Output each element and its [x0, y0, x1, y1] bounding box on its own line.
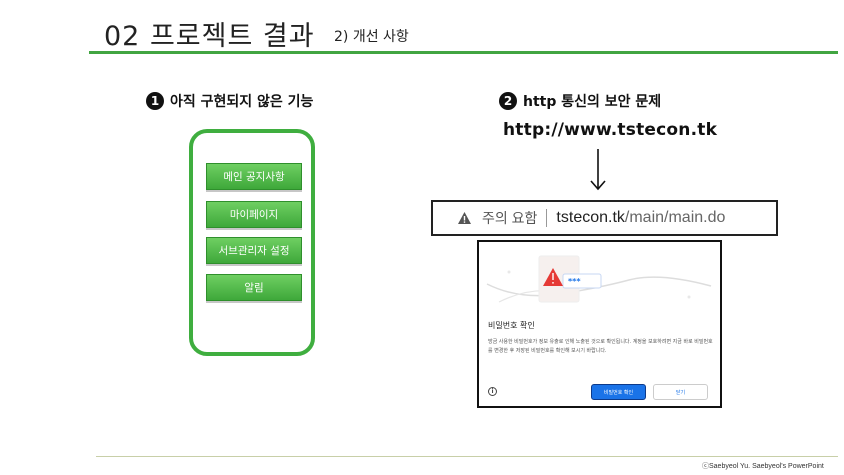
copyright-text: ⓒSaebyeol Yu. Saebyeol's PowerPoint [702, 463, 824, 470]
not-secure-label[interactable]: 주의 요함 [482, 208, 537, 228]
footer-divider [96, 456, 838, 457]
phone-mockup: 메인 공지사항 마이페이지 서브관리자 설정 알림 [189, 129, 315, 356]
section-1-number-badge: 1 [146, 92, 164, 110]
browser-address-bar[interactable]: 주의 요함 tstecon.tk/main/main.do [431, 200, 778, 236]
address-divider [546, 209, 548, 227]
password-check-dialog: *** 비밀번호 확인 방금 사용한 비밀번호가 정보 유출로 인해 노출된 것… [477, 240, 722, 408]
section-2-heading: 2 http 통신의 보안 문제 [499, 91, 661, 111]
close-button[interactable]: 닫기 [653, 384, 708, 400]
menu-button-mypage[interactable]: 마이페이지 [206, 201, 302, 228]
section-1-heading: 1 아직 구현되지 않은 기능 [146, 91, 313, 111]
info-icon[interactable]: i [488, 387, 497, 396]
header-divider [89, 51, 838, 54]
page-subtitle: 2) 개선 사항 [334, 29, 409, 45]
site-url: http://www.tstecon.tk [503, 120, 718, 140]
warning-triangle-icon [458, 212, 471, 224]
dialog-art-password-dots: *** [568, 277, 581, 286]
section-2-number-badge: 2 [499, 92, 517, 110]
dialog-title: 비밀번호 확인 [488, 321, 535, 330]
address-domain: tstecon.tk [556, 209, 625, 226]
menu-button-main-notice[interactable]: 메인 공지사항 [206, 163, 302, 190]
section-1-title: 아직 구현되지 않은 기능 [170, 94, 314, 110]
address-path: /main/main.do [624, 209, 726, 226]
menu-button-subadmin-settings[interactable]: 서브관리자 설정 [206, 237, 302, 264]
section-2-title: http 통신의 보안 문제 [523, 94, 662, 110]
dialog-illustration: *** [486, 255, 712, 303]
check-password-button[interactable]: 비밀번호 확인 [591, 384, 646, 400]
menu-button-notifications[interactable]: 알림 [206, 274, 302, 301]
down-arrow-icon [590, 149, 606, 191]
page-title: 02 프로젝트 결과 [104, 21, 315, 52]
dialog-body: 방금 사용한 비밀번호가 정보 유출로 인해 노출된 것으로 확인됩니다. 계정… [488, 339, 713, 354]
